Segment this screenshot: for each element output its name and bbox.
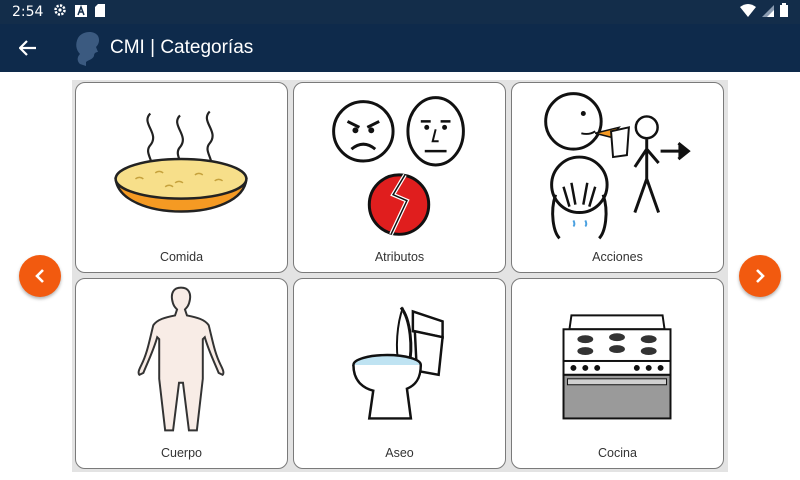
- arrow-back-icon: [19, 40, 36, 56]
- chevron-left-icon: [35, 269, 44, 283]
- category-tile-cocina[interactable]: Cocina: [511, 278, 724, 469]
- food-bowl-icon: [114, 110, 248, 213]
- category-label: Aseo: [385, 446, 414, 460]
- keyboard-a-icon: [75, 4, 88, 21]
- category-label: Atributos: [374, 250, 425, 264]
- category-label: Comida: [159, 250, 204, 264]
- page-title: CMI | Categorías: [110, 37, 254, 58]
- category-label: Acciones: [592, 250, 643, 264]
- category-label: Cuerpo: [161, 446, 202, 460]
- app-bar: CMI | Categorías: [0, 24, 800, 72]
- faces-attributes-icon: [332, 96, 465, 236]
- battery-icon: [780, 3, 788, 21]
- status-bar: 2:54: [0, 0, 800, 24]
- category-grid: Comida Atributos Acciones Cuerpo Aseo Co…: [72, 80, 728, 472]
- category-tile-aseo[interactable]: Aseo: [293, 278, 506, 469]
- category-tile-cuerpo[interactable]: Cuerpo: [75, 278, 288, 469]
- category-tile-acciones[interactable]: Acciones: [511, 82, 724, 273]
- category-tile-atributos[interactable]: Atributos: [293, 82, 506, 273]
- category-tile-comida[interactable]: Comida: [75, 82, 288, 273]
- wifi-icon: [740, 3, 756, 21]
- previous-page-button[interactable]: [19, 255, 61, 297]
- toilet-icon: [352, 306, 444, 420]
- body-icon: [137, 286, 225, 432]
- settings-icon: [53, 3, 67, 21]
- stove-icon: [562, 314, 672, 420]
- actions-icon: [544, 92, 691, 240]
- status-time: 2:54: [12, 4, 44, 20]
- category-label: Cocina: [598, 446, 637, 460]
- app-logo: [76, 32, 100, 66]
- chevron-right-icon: [756, 269, 765, 283]
- back-button[interactable]: [0, 24, 56, 72]
- sd-card-icon: [95, 3, 106, 21]
- next-page-button[interactable]: [739, 255, 781, 297]
- signal-icon: [762, 4, 774, 21]
